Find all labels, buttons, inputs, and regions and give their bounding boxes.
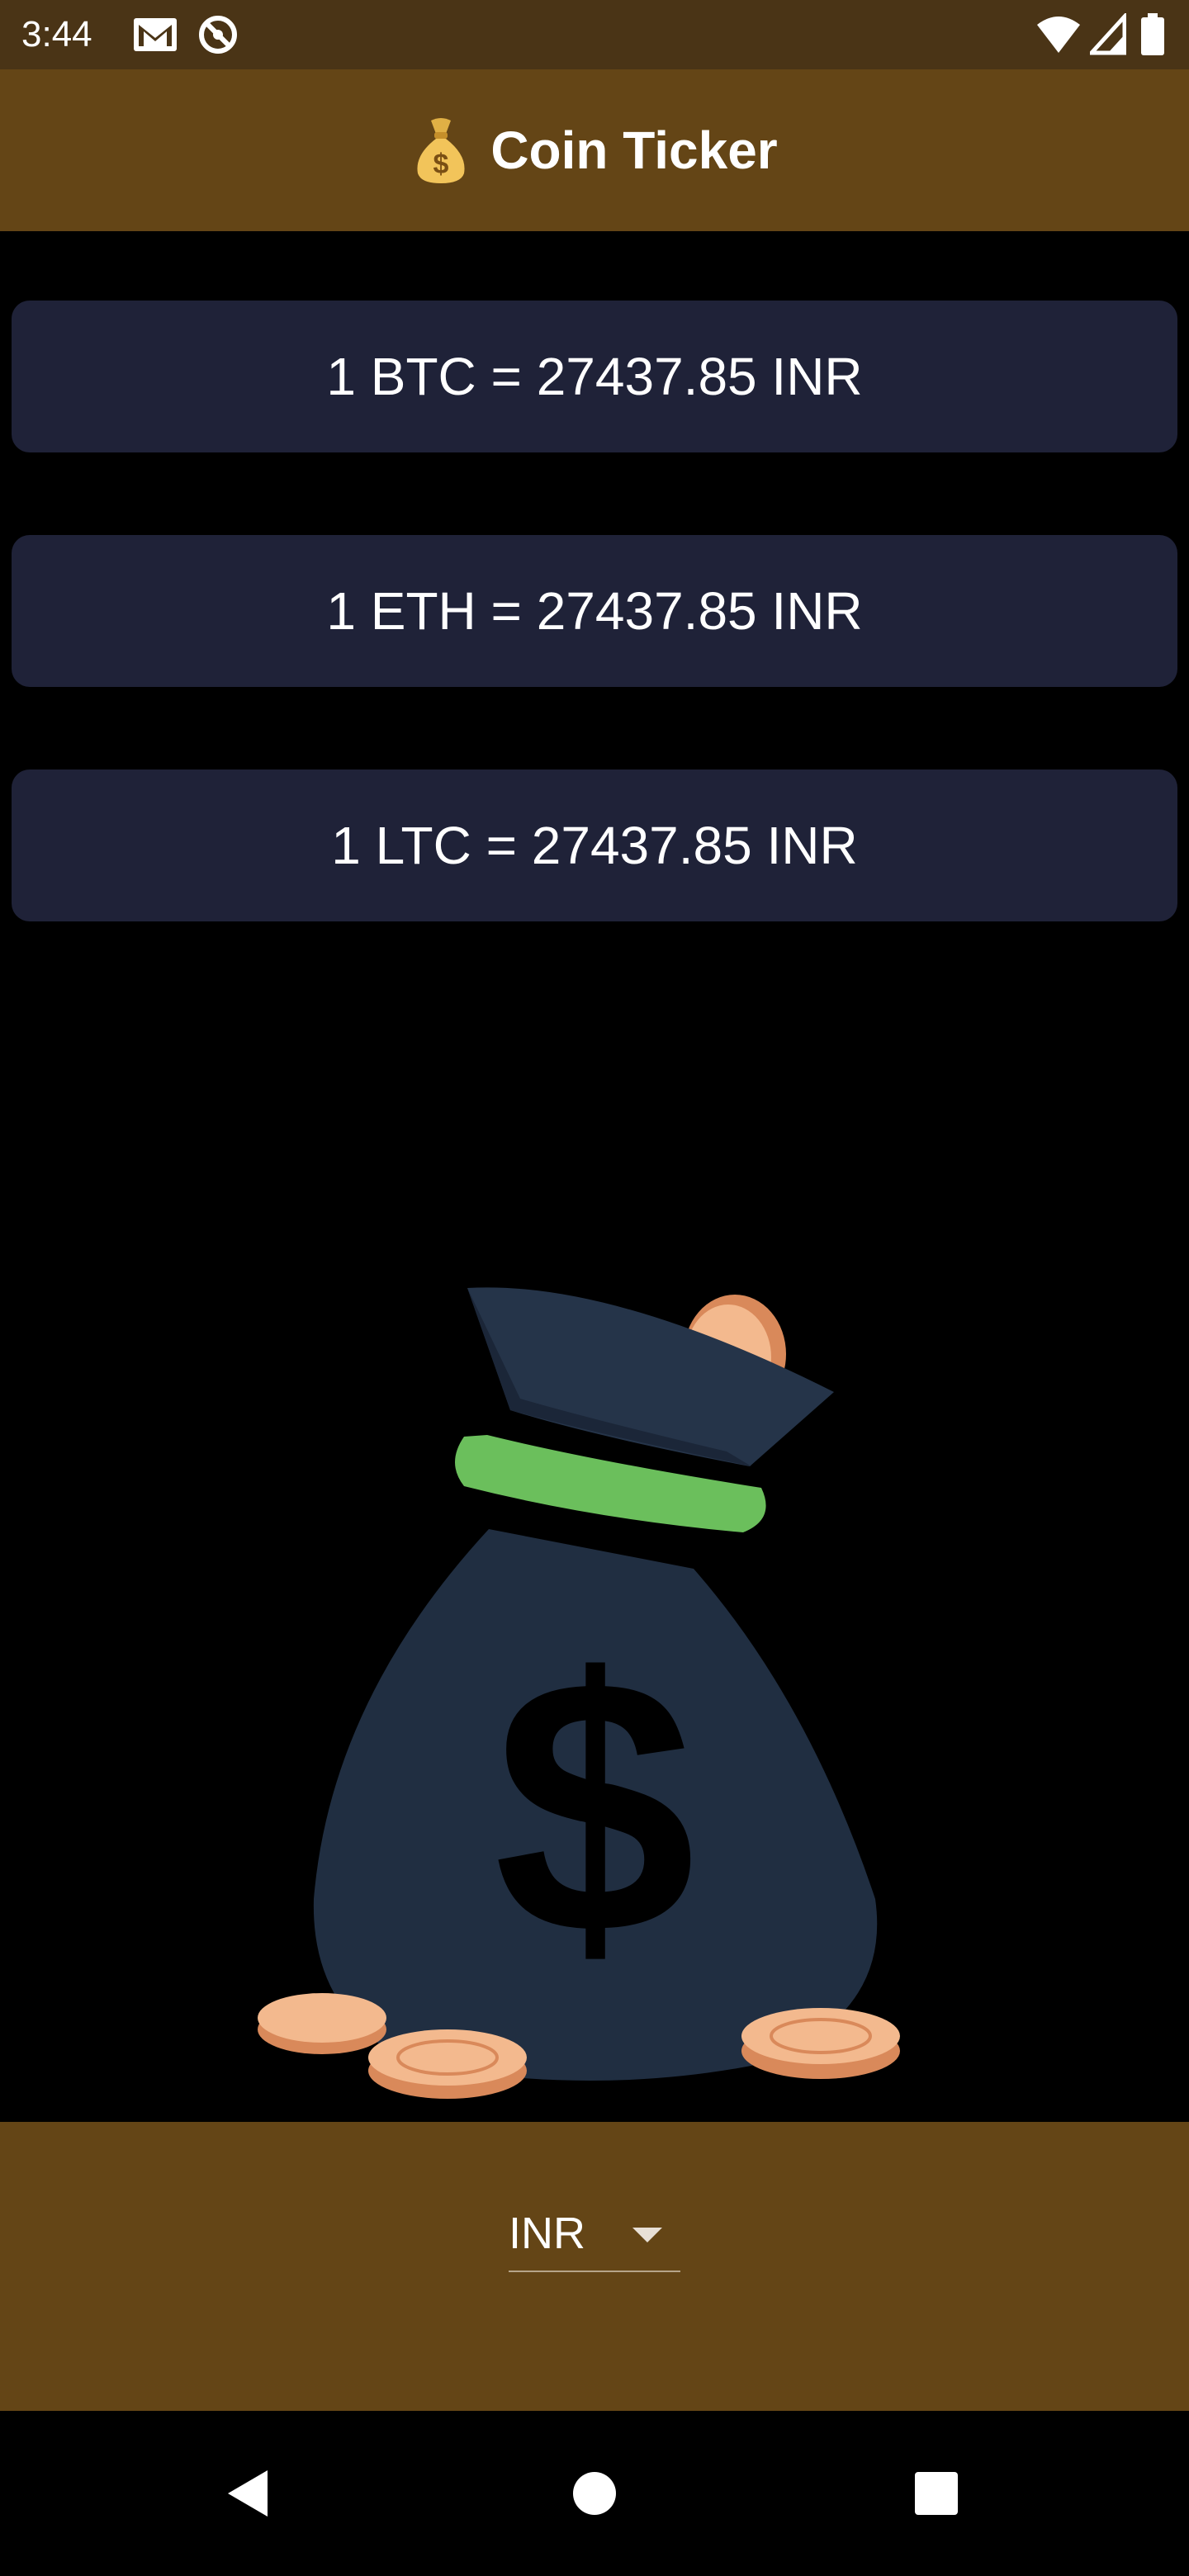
money-bag-icon: $: [417, 118, 465, 183]
rate-text: 1 ETH = 27437.85 INR: [326, 581, 863, 641]
status-time: 3:44: [21, 14, 92, 54]
rate-text: 1 BTC = 27437.85 INR: [326, 347, 863, 406]
money-bag-illustration: $: [258, 1287, 900, 2099]
app-bar: $ Coin Ticker: [0, 69, 1189, 231]
rate-card-ltc: 1 LTC = 27437.85 INR: [12, 769, 1177, 921]
navigation-bar: [0, 2411, 1189, 2576]
currency-dropdown[interactable]: INR: [509, 2196, 680, 2272]
battery-icon: [1141, 13, 1164, 55]
currency-panel: INR: [0, 2122, 1189, 2411]
no-sync-icon: [199, 16, 237, 54]
rate-card-btc: 1 BTC = 27437.85 INR: [12, 301, 1177, 452]
back-icon[interactable]: [216, 2460, 282, 2526]
signal-icon: [1090, 13, 1126, 55]
svg-text:$: $: [433, 149, 449, 180]
status-bar: 3:44: [0, 0, 1189, 69]
coin-ground-right-icon: [741, 2008, 900, 2079]
home-icon[interactable]: [561, 2460, 628, 2526]
gmail-icon: [134, 18, 177, 51]
rate-text: 1 LTC = 27437.85 INR: [331, 816, 858, 875]
wifi-icon: [1037, 17, 1080, 53]
chevron-down-icon: [632, 2228, 662, 2242]
recents-icon[interactable]: [903, 2460, 969, 2526]
coin-ground-left-icon: [258, 1993, 386, 2054]
app-title-text: Coin Ticker: [490, 121, 778, 180]
rate-card-eth: 1 ETH = 27437.85 INR: [12, 535, 1177, 687]
app-title: $ Coin Ticker: [411, 116, 778, 185]
currency-selected: INR: [509, 2209, 585, 2258]
coin-ground-center-icon: [368, 2029, 527, 2099]
dollar-sign-icon: $: [494, 1604, 696, 2010]
